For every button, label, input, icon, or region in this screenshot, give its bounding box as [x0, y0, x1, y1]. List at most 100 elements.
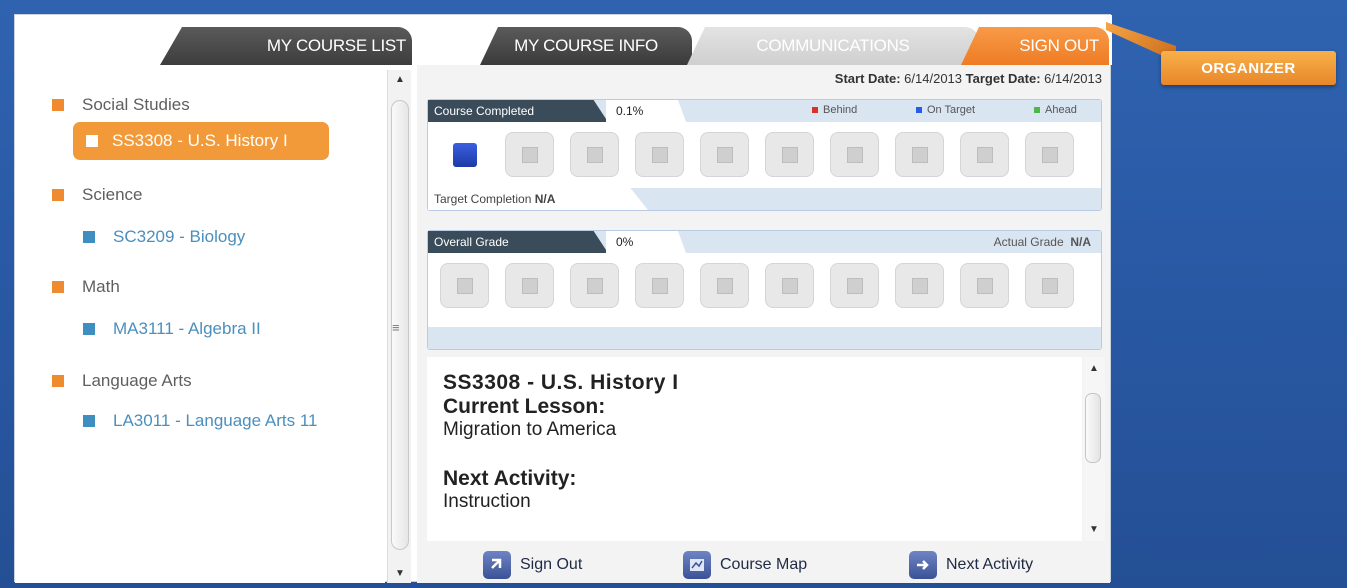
course-item-sc3209[interactable]: SC3209 - Biology [83, 227, 245, 247]
course-map-label: Course Map [720, 556, 808, 573]
legend-on-target: On Target [916, 104, 975, 116]
course-label: MA3111 - Algebra II [113, 319, 261, 338]
grade-box [505, 263, 554, 308]
course-completed-value: 0.1% [606, 100, 686, 122]
scroll-down-arrow-icon[interactable]: ▼ [1083, 524, 1105, 535]
grade-box [700, 263, 749, 308]
tab-communications[interactable]: COMMUNICATIONS [687, 27, 979, 65]
square-bullet-icon [52, 375, 64, 387]
card-header: Course Completed 0.1% Behind On Target A… [428, 100, 1101, 122]
square-bullet-icon [86, 135, 98, 147]
tab-sign-out[interactable]: SIGN OUT [961, 27, 1109, 65]
course-list-sidebar: Social Studies SS3308 - U.S. History I S… [15, 65, 385, 583]
next-activity-icon [909, 551, 937, 579]
progress-box [960, 132, 1009, 177]
lesson-course-title: SS3308 - U.S. History I [443, 371, 679, 394]
red-square-icon [812, 107, 818, 113]
current-lesson-label: Current Lesson: [443, 395, 606, 418]
actual-grade-label: Actual Grade [993, 235, 1064, 249]
course-completed-card: Course Completed 0.1% Behind On Target A… [427, 99, 1102, 211]
sidebar-scrollbar[interactable]: ▲ ≡ ▼ [387, 70, 411, 583]
action-bar: Sign Out Course Map Next Activity [417, 545, 1110, 583]
tab-bar: MY COURSE LIST MY COURSE INFO COMMUNICAT… [15, 15, 1112, 65]
grade-box [570, 263, 619, 308]
course-map-button[interactable]: Course Map [683, 551, 807, 579]
current-lesson-value: Migration to America [443, 419, 617, 440]
legend-behind: Behind [812, 104, 857, 116]
progress-box [505, 132, 554, 177]
grade-box [765, 263, 814, 308]
course-item-ma3111[interactable]: MA3111 - Algebra II [83, 319, 261, 339]
grade-box [1025, 263, 1074, 308]
square-bullet-icon [83, 323, 95, 335]
scroll-down-arrow-icon[interactable]: ▼ [388, 568, 412, 579]
course-item-la3011[interactable]: LA3011 - Language Arts 11 [83, 411, 317, 431]
lesson-scrollbar[interactable]: ▲ ▼ [1083, 357, 1105, 541]
tab-my-course-list[interactable]: MY COURSE LIST [160, 27, 412, 65]
subject-label: Math [82, 277, 120, 296]
sign-out-icon [483, 551, 511, 579]
next-activity-value: Instruction [443, 491, 531, 512]
subject-math: Math [52, 277, 120, 297]
next-activity-label: Next Activity [946, 556, 1034, 573]
subject-label: Language Arts [82, 371, 192, 390]
target-date-label: Target Date: [965, 71, 1041, 86]
progress-box [635, 132, 684, 177]
subject-language-arts: Language Arts [52, 371, 192, 391]
overall-grade-label: Overall Grade [428, 231, 608, 253]
progress-box [1025, 132, 1074, 177]
actual-grade-value: N/A [1070, 235, 1091, 249]
start-date-label: Start Date: [834, 71, 901, 86]
course-label: SC3209 - Biology [113, 227, 246, 246]
tab-my-course-info[interactable]: MY COURSE INFO [480, 27, 692, 65]
square-bullet-icon [52, 99, 64, 111]
square-bullet-icon [83, 231, 95, 243]
course-map-icon [683, 551, 711, 579]
legend-on-target-label: On Target [927, 104, 976, 116]
blue-square-icon [916, 107, 922, 113]
app-window: MY COURSE LIST MY COURSE INFO COMMUNICAT… [14, 14, 1112, 583]
square-bullet-icon [83, 415, 95, 427]
grade-box [440, 263, 489, 308]
grade-box [895, 263, 944, 308]
progress-box [895, 132, 944, 177]
subject-science: Science [52, 185, 142, 205]
card-footer: Target Completion N/A [428, 188, 1101, 210]
square-bullet-icon [52, 189, 64, 201]
course-label: SS3308 - U.S. History I [112, 131, 288, 150]
legend-ahead-label: Ahead [1045, 104, 1077, 116]
legend-ahead: Ahead [1034, 104, 1077, 116]
progress-box [830, 132, 879, 177]
actual-grade: Actual Grade N/A [994, 235, 1091, 249]
grade-boxes [440, 263, 1074, 308]
course-dates: Start Date: 6/14/2013 Target Date: 6/14/… [835, 71, 1102, 86]
next-activity-label: Next Activity: [443, 467, 577, 490]
organizer-button[interactable]: ORGANIZER [1161, 51, 1336, 85]
subject-label: Science [82, 185, 143, 204]
next-activity-button[interactable]: Next Activity [909, 551, 1033, 579]
progress-box [700, 132, 749, 177]
scroll-up-arrow-icon[interactable]: ▲ [1083, 363, 1105, 374]
legend-behind-label: Behind [823, 104, 858, 116]
course-label: LA3011 - Language Arts 11 [113, 411, 318, 430]
grade-box [830, 263, 879, 308]
course-item-ss3308[interactable]: SS3308 - U.S. History I [73, 122, 329, 160]
grip-icon: ≡ [392, 320, 400, 335]
scrollbar-thumb[interactable] [1085, 393, 1101, 463]
start-date-value: 6/14/2013 [904, 71, 963, 86]
subject-label: Social Studies [82, 95, 190, 114]
green-square-icon [1034, 107, 1040, 113]
sign-out-button[interactable]: Sign Out [483, 551, 582, 579]
completion-boxes [440, 132, 1074, 177]
card-header: Overall Grade 0% Actual Grade N/A [428, 231, 1101, 253]
overall-grade-value: 0% [606, 231, 686, 253]
sign-out-label: Sign Out [520, 556, 583, 573]
square-bullet-icon [52, 281, 64, 293]
scroll-up-arrow-icon[interactable]: ▲ [388, 74, 412, 85]
card-footer [428, 327, 1101, 349]
grade-box [635, 263, 684, 308]
progress-box [440, 132, 489, 177]
overall-grade-card: Overall Grade 0% Actual Grade N/A [427, 230, 1102, 350]
progress-box [765, 132, 814, 177]
subject-social-studies: Social Studies [52, 95, 190, 115]
